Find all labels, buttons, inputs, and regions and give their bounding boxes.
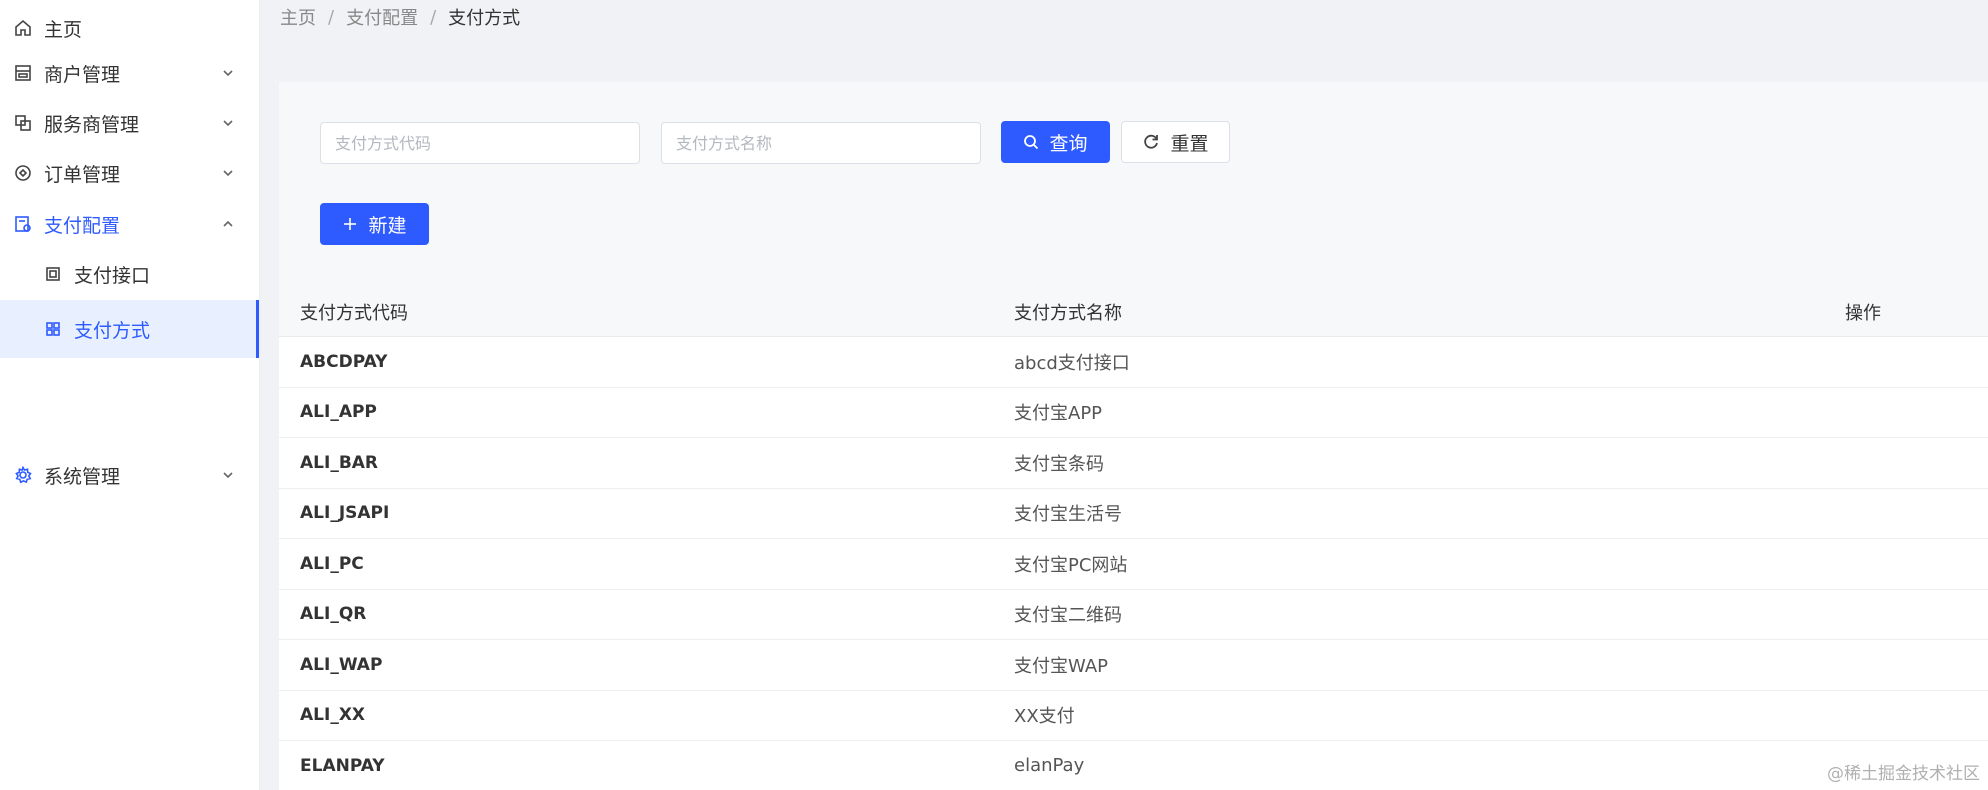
table-row: ELANPAY elanPay	[279, 741, 1988, 790]
refresh-icon	[1142, 133, 1160, 151]
sidebar-item-merchant[interactable]: 商户管理	[0, 45, 259, 101]
table-row: ALI_QR 支付宝二维码	[279, 589, 1988, 640]
sidebar-item-label: 服务商管理	[44, 113, 140, 136]
new-button-label: 新建	[368, 214, 407, 237]
cell-code: ELANPAY	[300, 755, 385, 776]
column-header-actions: 操作	[1845, 302, 1881, 324]
cell-code: ALI_PC	[300, 553, 364, 574]
copy-icon	[12, 112, 34, 134]
reset-button[interactable]: 重置	[1121, 121, 1230, 163]
column-header-code: 支付方式代码	[300, 302, 408, 324]
sidebar: 主页 商户管理 服务商管理 订单管理 支付配置 支付接口 支付方式 系统管理	[0, 0, 260, 790]
sidebar-item-label: 商户管理	[44, 63, 121, 86]
gear-icon	[12, 464, 34, 486]
table-row: ALI_WAP 支付宝WAP	[279, 640, 1988, 691]
breadcrumb-separator: /	[430, 6, 437, 28]
store-icon	[12, 62, 34, 84]
table-row: ALI_XX XX支付	[279, 690, 1988, 741]
cell-name: 支付宝二维码	[1014, 605, 1122, 627]
new-button[interactable]: 新建	[320, 203, 429, 245]
breadcrumb-parent[interactable]: 支付配置	[346, 4, 418, 30]
column-header-name: 支付方式名称	[1014, 302, 1122, 324]
watermark: @稀土掘金技术社区	[1827, 764, 1980, 784]
table-row: ALI_PC 支付宝PC网站	[279, 539, 1988, 590]
chevron-up-icon	[223, 220, 233, 227]
cell-name: abcd支付接口	[1014, 352, 1130, 374]
chevron-down-icon	[223, 120, 233, 127]
table-row: ABCDPAY abcd支付接口	[279, 337, 1988, 388]
table-row: ALI_APP 支付宝APP	[279, 387, 1988, 438]
config-icon	[12, 213, 34, 235]
cell-name: 支付宝生活号	[1014, 504, 1122, 526]
cell-code: ALI_WAP	[300, 654, 383, 675]
breadcrumb-home[interactable]: 主页	[280, 4, 316, 30]
cell-name: 支付宝条码	[1014, 453, 1104, 475]
sidebar-item-label: 支付接口	[74, 264, 151, 287]
cell-name: elanPay	[1014, 755, 1085, 777]
sidebar-item-label: 支付配置	[44, 214, 121, 237]
square-icon	[42, 263, 64, 285]
query-button-label: 查询	[1049, 132, 1088, 155]
chevron-down-icon	[223, 472, 233, 479]
payment-name-search-input[interactable]	[661, 122, 981, 164]
sidebar-item-service-provider[interactable]: 服务商管理	[0, 95, 259, 151]
home-icon	[12, 17, 34, 39]
cell-code: ABCDPAY	[300, 351, 388, 372]
sidebar-item-label: 支付方式	[74, 319, 151, 342]
cell-code: ALI_XX	[300, 705, 366, 726]
cell-code: ALI_BAR	[300, 452, 379, 473]
payment-method-table: 支付方式代码 支付方式名称 操作 ABCDPAY abcd支付接口 ALI_AP…	[279, 287, 1988, 790]
cell-name: 支付宝WAP	[1014, 655, 1108, 677]
sidebar-item-payment-method[interactable]: 支付方式	[0, 300, 259, 358]
sidebar-item-payment-interface[interactable]: 支付接口	[0, 246, 259, 302]
search-icon	[1023, 134, 1039, 150]
payment-code-search-input[interactable]	[320, 122, 640, 164]
sidebar-item-label: 订单管理	[44, 163, 121, 186]
cell-code: ALI_JSAPI	[300, 503, 390, 524]
chevron-down-icon	[223, 170, 233, 177]
sidebar-item-orders[interactable]: 订单管理	[0, 145, 259, 201]
breadcrumb: 主页 / 支付配置 / 支付方式	[280, 4, 520, 30]
sidebar-item-label: 主页	[44, 18, 83, 41]
main-panel: 查询 重置 新建 支付方式代码 支付方式名称 操作 ABCDPAY abcd支付…	[279, 82, 1988, 790]
app-layout: 主页 商户管理 服务商管理 订单管理 支付配置 支付接口 支付方式 系统管理 主…	[0, 0, 1988, 790]
cell-code: ALI_APP	[300, 402, 377, 423]
table-row: ALI_BAR 支付宝条码	[279, 438, 1988, 489]
plus-icon	[342, 216, 358, 232]
chevron-down-icon	[223, 70, 233, 77]
table-header: 支付方式代码 支付方式名称 操作	[279, 287, 1988, 337]
grid-icon	[42, 318, 64, 340]
query-button[interactable]: 查询	[1001, 121, 1110, 163]
order-icon	[12, 162, 34, 184]
sidebar-item-payment-config[interactable]: 支付配置	[0, 196, 259, 252]
cell-code: ALI_QR	[300, 604, 367, 625]
breadcrumb-current: 支付方式	[448, 8, 521, 29]
cell-name: XX支付	[1014, 706, 1075, 728]
cell-name: 支付宝APP	[1014, 403, 1103, 425]
reset-button-label: 重置	[1170, 132, 1209, 155]
sidebar-item-system[interactable]: 系统管理	[0, 447, 259, 503]
sidebar-item-label: 系统管理	[44, 465, 121, 488]
cell-name: 支付宝PC网站	[1014, 554, 1128, 576]
breadcrumb-separator: /	[328, 6, 335, 28]
table-row: ALI_JSAPI 支付宝生活号	[279, 488, 1988, 539]
